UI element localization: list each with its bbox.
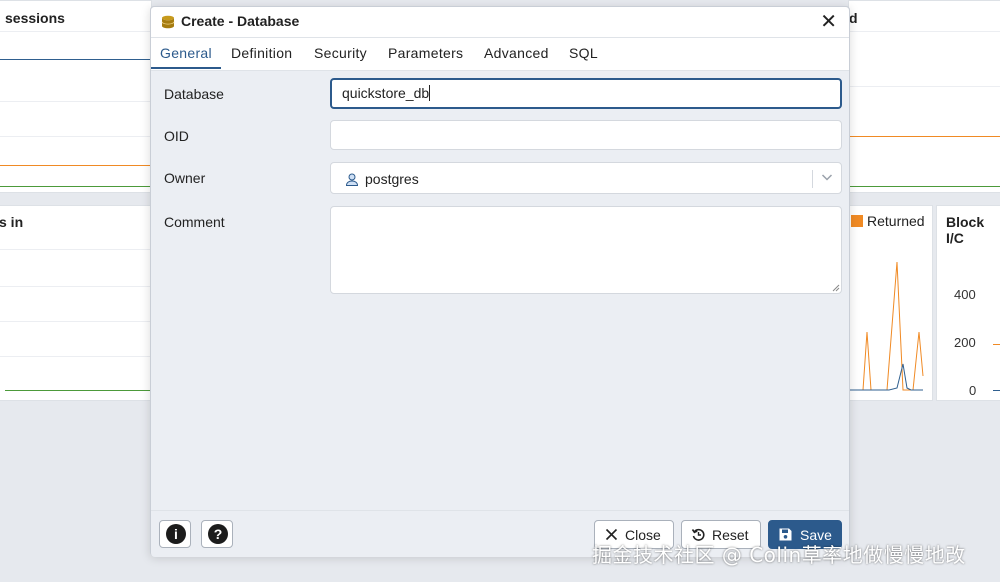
series-line-green xyxy=(5,390,151,391)
y-tick-label: 0 xyxy=(969,383,977,398)
help-icon: ? xyxy=(208,524,228,544)
series-line-green xyxy=(849,186,1000,187)
gridline xyxy=(0,136,151,137)
chevron-down-icon[interactable] xyxy=(821,171,833,183)
database-name-value: quickstore_db xyxy=(342,85,431,101)
gridline xyxy=(0,286,151,287)
oid-input[interactable] xyxy=(330,120,842,150)
gridline xyxy=(0,101,151,102)
oid-label: OID xyxy=(164,128,189,144)
panel-tuples-in-title: s in xyxy=(0,214,24,230)
watermark-text: 掘金技术社区 @ Colin草率地做慢慢地改 xyxy=(592,543,966,567)
y-tick-label: 200 xyxy=(954,335,976,350)
panel-block-io-title: Block I/C xyxy=(946,214,985,246)
active-tab-indicator xyxy=(151,67,221,69)
gridline xyxy=(0,31,151,32)
dialog-tabs: General Definition Security Parameters A… xyxy=(151,38,849,71)
panel-top-right: d xyxy=(848,0,1000,193)
panel-sessions-title: sessions xyxy=(5,10,65,26)
dialog-title: Create - Database xyxy=(181,13,300,29)
close-icon[interactable]: ✕ xyxy=(820,11,837,33)
tab-sql[interactable]: SQL xyxy=(569,45,598,61)
panel-tuples-in: s in xyxy=(0,205,152,401)
database-icon xyxy=(161,15,175,29)
dialog-header[interactable]: Create - Database ✕ xyxy=(151,7,849,38)
gridline xyxy=(0,249,151,250)
create-database-dialog: Create - Database ✕ General Definition S… xyxy=(150,6,850,557)
gridline xyxy=(849,86,1000,87)
owner-label: Owner xyxy=(164,170,206,186)
series-line-green xyxy=(0,186,151,187)
legend-swatch-returned xyxy=(851,215,863,227)
series-line-orange xyxy=(0,165,151,166)
select-separator xyxy=(812,170,813,188)
legend-returned: Returned xyxy=(867,213,925,229)
info-button[interactable]: i xyxy=(159,520,191,548)
series-line-blue xyxy=(0,59,151,60)
help-button[interactable]: ? xyxy=(201,520,233,548)
gridline xyxy=(0,356,151,357)
tab-parameters[interactable]: Parameters xyxy=(388,45,463,61)
series-line-blue xyxy=(993,390,1000,391)
owner-value: postgres xyxy=(365,171,419,187)
comment-textarea[interactable] xyxy=(330,206,842,294)
panel-block-io: Block I/C 400 200 0 xyxy=(936,205,1000,401)
returned-sparkline xyxy=(849,261,924,391)
tab-advanced[interactable]: Advanced xyxy=(484,45,549,61)
owner-select[interactable]: postgres xyxy=(330,162,842,194)
text-caret xyxy=(429,85,431,101)
y-tick-label: 400 xyxy=(954,287,976,302)
tab-definition[interactable]: Definition xyxy=(231,45,292,61)
tab-general[interactable]: General xyxy=(160,45,212,61)
panel-returned: Returned xyxy=(848,205,933,401)
tab-security[interactable]: Security xyxy=(314,45,367,61)
gridline xyxy=(0,321,151,322)
panel-top-right-title: d xyxy=(849,10,858,26)
series-line-orange xyxy=(993,344,1000,345)
database-label: Database xyxy=(164,86,224,102)
gridline xyxy=(849,31,1000,32)
resize-handle-icon[interactable] xyxy=(831,283,840,292)
panel-sessions: sessions xyxy=(0,0,152,193)
info-icon: i xyxy=(166,524,186,544)
comment-label: Comment xyxy=(164,214,225,230)
user-icon xyxy=(345,173,359,186)
series-line-orange xyxy=(849,136,1000,137)
database-name-input[interactable]: quickstore_db xyxy=(330,78,842,109)
